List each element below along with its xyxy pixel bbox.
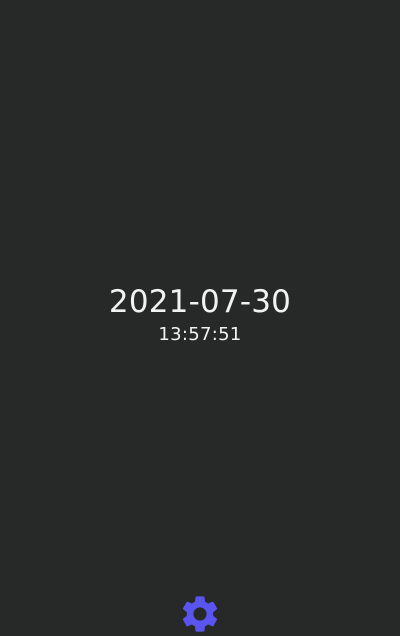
date-text: 2021-07-30 xyxy=(108,284,292,320)
settings-button[interactable] xyxy=(178,592,222,636)
clock-display: 2021-07-30 13:57:51 xyxy=(0,283,400,347)
clock-screen: 2021-07-30 13:57:51 xyxy=(0,0,400,632)
time-text: 13:57:51 xyxy=(158,324,242,345)
gear-icon xyxy=(182,596,218,632)
